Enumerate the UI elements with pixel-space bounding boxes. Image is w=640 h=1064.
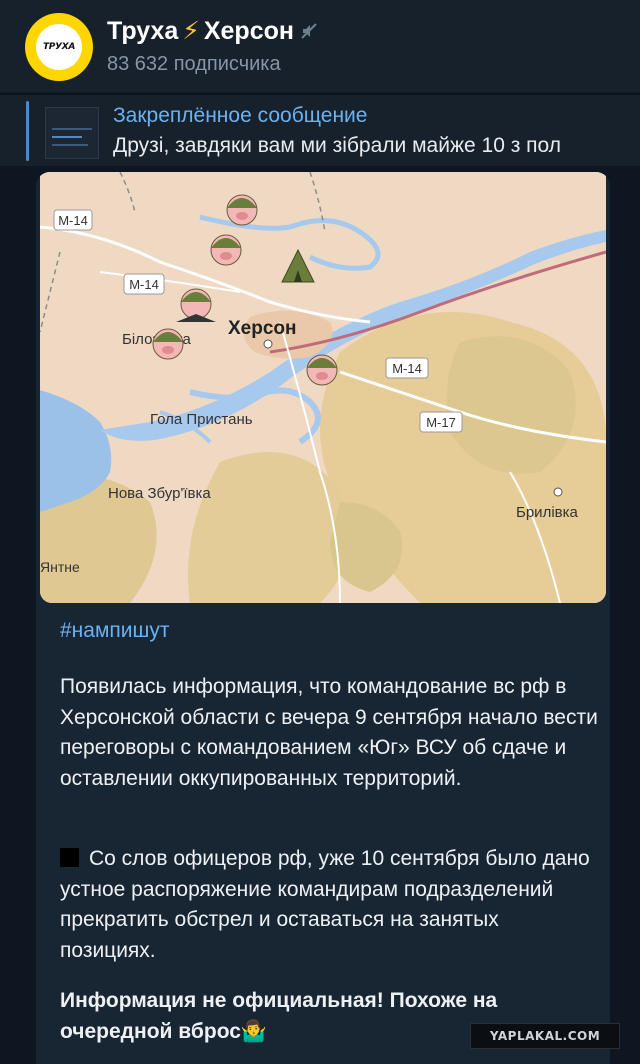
soldier-pig-icon (226, 194, 258, 226)
avatar-logo-text: ТРУХА (42, 42, 76, 52)
message-map-image[interactable]: М-14 М-14 М-14 М-17 Херсон Білозерка Гол… (40, 172, 606, 603)
map-place-label: Гола Пристань (150, 411, 253, 428)
soldier-pig-icon (210, 234, 242, 266)
svg-text:М-14: М-14 (58, 213, 88, 228)
message-paragraph-1: Появилась информация, что командование в… (60, 675, 598, 790)
pinned-message-bar[interactable]: Закреплённое сообщение Друзі, завдяки ва… (0, 94, 640, 166)
channel-title-part2: Херсон (203, 16, 294, 45)
soldier-pig-icon (306, 354, 338, 386)
lightning-icon: ⚡ (182, 17, 200, 45)
channel-avatar[interactable]: ТРУХА (25, 13, 93, 81)
road-shield-m17: М-17 (419, 411, 463, 433)
message-paragraph-2-text: Со слов офицеров рф, уже 10 сентября был… (60, 847, 590, 962)
map-place-label: Янтне (40, 559, 80, 575)
black-square-icon (60, 848, 79, 867)
channel-title-part1: Труха (107, 16, 179, 45)
map-city-label: Херсон (228, 318, 297, 339)
channel-title[interactable]: Труха ⚡ Херсон (107, 16, 318, 46)
soldier-pig-icon (152, 328, 184, 360)
map-place-label: Нова Збур'ївка (108, 485, 211, 502)
svg-text:М-14: М-14 (129, 277, 159, 292)
watermark: YAPLAKAL.COM (470, 1023, 620, 1049)
svg-text:М-17: М-17 (426, 415, 456, 430)
pinned-title: Закреплённое сообщение (113, 104, 368, 127)
road-shield-m14-c: М-14 (385, 357, 429, 379)
chat-header[interactable]: ТРУХА Труха ⚡ Херсон 83 632 подписчика (0, 0, 640, 92)
svg-text:М-14: М-14 (392, 361, 422, 376)
mute-icon (300, 22, 318, 40)
message-hashtag[interactable]: #нампишут (60, 616, 600, 647)
subscriber-count: 83 632 подписчика (107, 53, 281, 75)
map-svg: М-14 М-14 М-14 М-17 Херсон Білозерка Гол… (40, 172, 606, 603)
pinned-text: Друзі, завдяки вам ми зібрали майже 10 з… (113, 134, 562, 157)
pinned-indicator (26, 101, 29, 161)
road-shield-m14-a: М-14 (53, 209, 93, 231)
message-paragraph-2: Со слов офицеров рф, уже 10 сентября был… (60, 844, 600, 966)
avatar-logo: ТРУХА (36, 24, 82, 70)
road-shield-m14-b: М-14 (123, 273, 165, 295)
map-place-label: Брилівка (516, 504, 579, 521)
message-bubble: М-14 М-14 М-14 М-17 Херсон Білозерка Гол… (36, 172, 610, 1064)
pinned-thumbnail (45, 107, 99, 159)
